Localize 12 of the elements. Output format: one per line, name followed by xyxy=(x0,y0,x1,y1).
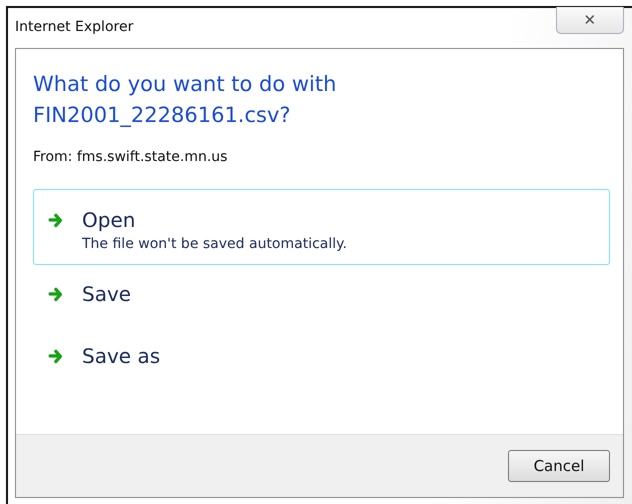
option-button[interactable]: Save xyxy=(33,271,610,327)
option-button[interactable]: Save as xyxy=(33,333,610,389)
dialog-question: What do you want to do with FIN2001_22286161.csv? xyxy=(33,71,338,129)
option-label: Save xyxy=(82,282,132,306)
option-label: Save as xyxy=(82,344,160,368)
cancel-button[interactable]: Cancel xyxy=(508,450,610,482)
window-title: Internet Explorer xyxy=(15,19,134,35)
source-text: From: fms.swift.state.mn.us xyxy=(33,149,228,165)
option-label: Open xyxy=(82,208,136,232)
close-button[interactable]: ✕ xyxy=(556,7,624,34)
option-button[interactable]: Open The file won't be saved automatically. xyxy=(33,189,610,265)
option-description: The file won't be saved automatically. xyxy=(82,236,347,252)
